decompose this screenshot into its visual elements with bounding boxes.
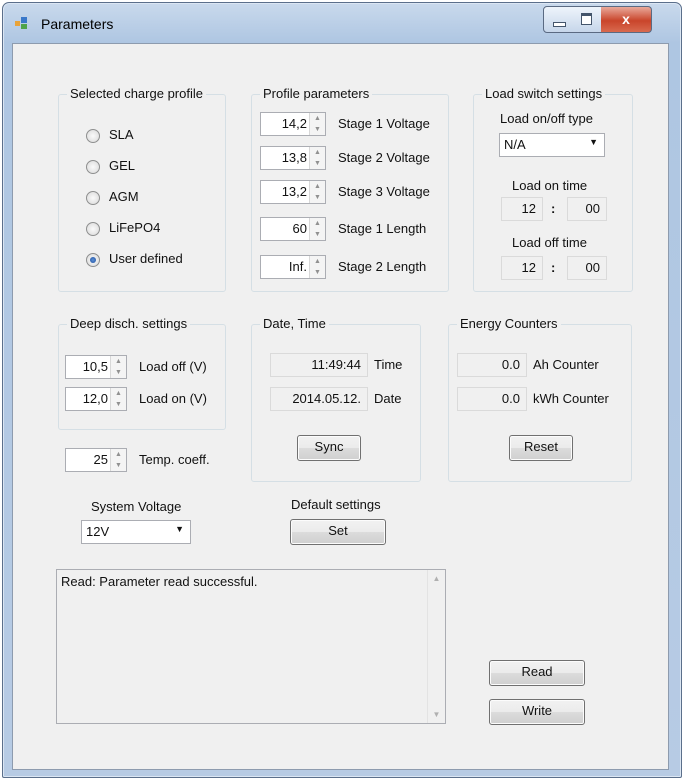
deep-disch-label: Load on (V) <box>139 391 207 406</box>
chevron-down-icon: ▼ <box>175 524 184 534</box>
temp-coeff-label: Temp. coeff. <box>139 452 210 467</box>
energy-title: Energy Counters <box>457 316 561 331</box>
kwh-counter-field[interactable]: 0.0 <box>457 387 527 411</box>
spinner-value: 12,0 <box>82 391 108 406</box>
title-bar[interactable]: Parameters x <box>3 3 681 43</box>
profile-param-label: Stage 3 Voltage <box>338 184 430 199</box>
profile-param-spinner[interactable]: Inf. ▲ ▼ <box>260 255 326 279</box>
spinner-value: 14,2 <box>281 116 307 131</box>
spin-arrows-icon[interactable]: ▲ ▼ <box>309 218 325 240</box>
deep-disch-spinner[interactable]: 12,0 ▲ ▼ <box>65 387 127 411</box>
spin-arrows-icon[interactable]: ▲ ▼ <box>309 147 325 169</box>
maximize-icon <box>581 13 592 25</box>
profile-params-title: Profile parameters <box>260 86 373 101</box>
minimize-button[interactable] <box>543 6 575 33</box>
load-type-label: Load on/off type <box>500 111 594 126</box>
close-icon: x <box>622 11 630 27</box>
ah-counter-field[interactable]: 0.0 <box>457 353 527 377</box>
read-button[interactable]: Read <box>489 660 585 686</box>
spinner-value: 60 <box>292 221 307 236</box>
spin-arrows-icon[interactable]: ▲ ▼ <box>309 256 325 278</box>
spinner-value: 13,8 <box>281 150 307 165</box>
default-settings-label: Default settings <box>291 497 381 512</box>
scroll-down-icon[interactable]: ▼ <box>428 710 445 719</box>
parameters-window: Parameters x Selected charge profile SLA… <box>2 2 682 778</box>
radio-label[interactable]: User defined <box>109 251 183 266</box>
reset-button[interactable]: Reset <box>509 435 573 461</box>
scroll-up-icon[interactable]: ▲ <box>428 574 445 583</box>
radio-label[interactable]: AGM <box>109 189 139 204</box>
load-on-minute[interactable]: 00 <box>567 197 607 221</box>
maximize-button[interactable] <box>573 6 602 33</box>
app-icon <box>15 17 27 29</box>
profile-param-label: Stage 2 Voltage <box>338 150 430 165</box>
client-area: Selected charge profile SLA GEL AGM LiFePO4… <box>12 43 669 770</box>
load-off-colon: : <box>551 260 556 275</box>
spin-arrows-icon[interactable]: ▲ ▼ <box>110 356 126 378</box>
profile-param-spinner[interactable]: 13,2 ▲ ▼ <box>260 180 326 204</box>
spinner-value: Inf. <box>288 259 307 274</box>
write-button[interactable]: Write <box>489 699 585 725</box>
deep-disch-title: Deep disch. settings <box>67 316 191 331</box>
temp-coeff-spinner[interactable]: 25 ▲ ▼ <box>65 448 127 472</box>
log-scrollbar[interactable]: ▲ ▼ <box>427 570 445 723</box>
radio-label[interactable]: LiFePO4 <box>109 220 160 235</box>
system-voltage-value: 12V <box>86 524 110 539</box>
load-type-select[interactable]: N/A ▼ <box>499 133 605 157</box>
log-textbox[interactable]: Read: Parameter read successful. ▲ ▼ <box>56 569 446 724</box>
system-voltage-select[interactable]: 12V ▼ <box>81 520 191 544</box>
load-on-colon: : <box>551 201 556 216</box>
load-off-minute[interactable]: 00 <box>567 256 607 280</box>
time-label: Time <box>374 357 403 372</box>
spinner-value: 10,5 <box>82 359 108 374</box>
charge-profile-title: Selected charge profile <box>67 86 206 101</box>
spin-arrows-icon[interactable]: ▲ ▼ <box>309 113 325 135</box>
profile-param-label: Stage 1 Voltage <box>338 116 430 131</box>
radio-label[interactable]: GEL <box>109 158 135 173</box>
system-voltage-label: System Voltage <box>91 499 182 514</box>
profile-param-spinner[interactable]: 14,2 ▲ ▼ <box>260 112 326 136</box>
radio-sla[interactable] <box>86 129 100 143</box>
time-field[interactable]: 11:49:44 <box>270 353 368 377</box>
load-switch-title: Load switch settings <box>482 86 606 101</box>
spin-arrows-icon[interactable]: ▲ ▼ <box>110 388 126 410</box>
load-on-hour[interactable]: 12 <box>501 197 543 221</box>
profile-param-spinner[interactable]: 13,8 ▲ ▼ <box>260 146 326 170</box>
close-button[interactable]: x <box>601 6 652 33</box>
date-field[interactable]: 2014.05.12. <box>270 387 368 411</box>
load-on-time-label: Load on time <box>512 178 588 193</box>
radio-user-defined[interactable] <box>86 253 100 267</box>
profile-param-label: Stage 1 Length <box>338 221 427 236</box>
window-title: Parameters <box>41 16 114 32</box>
date-label: Date <box>374 391 402 406</box>
spinner-value: 13,2 <box>281 184 307 199</box>
log-text: Read: Parameter read successful. <box>61 574 258 589</box>
load-off-time-label: Load off time <box>512 235 587 250</box>
kwh-counter-label: kWh Counter <box>533 391 609 406</box>
load-type-value: N/A <box>504 137 526 152</box>
datetime-title: Date, Time <box>260 316 329 331</box>
set-defaults-button[interactable]: Set <box>290 519 386 545</box>
temp-coeff-value: 25 <box>93 452 108 467</box>
deep-disch-label: Load off (V) <box>139 359 207 374</box>
load-off-hour[interactable]: 12 <box>501 256 543 280</box>
profile-param-label: Stage 2 Length <box>338 259 427 274</box>
ah-counter-label: Ah Counter <box>533 357 599 372</box>
profile-param-spinner[interactable]: 60 ▲ ▼ <box>260 217 326 241</box>
radio-gel[interactable] <box>86 160 100 174</box>
sync-button[interactable]: Sync <box>297 435 361 461</box>
radio-agm[interactable] <box>86 191 100 205</box>
spin-arrows-icon[interactable]: ▲ ▼ <box>110 449 126 471</box>
radio-label[interactable]: SLA <box>109 127 134 142</box>
chevron-down-icon: ▼ <box>589 137 598 147</box>
deep-disch-spinner[interactable]: 10,5 ▲ ▼ <box>65 355 127 379</box>
spin-arrows-icon[interactable]: ▲ ▼ <box>309 181 325 203</box>
radio-lifepo4[interactable] <box>86 222 100 236</box>
minimize-icon <box>553 22 566 27</box>
